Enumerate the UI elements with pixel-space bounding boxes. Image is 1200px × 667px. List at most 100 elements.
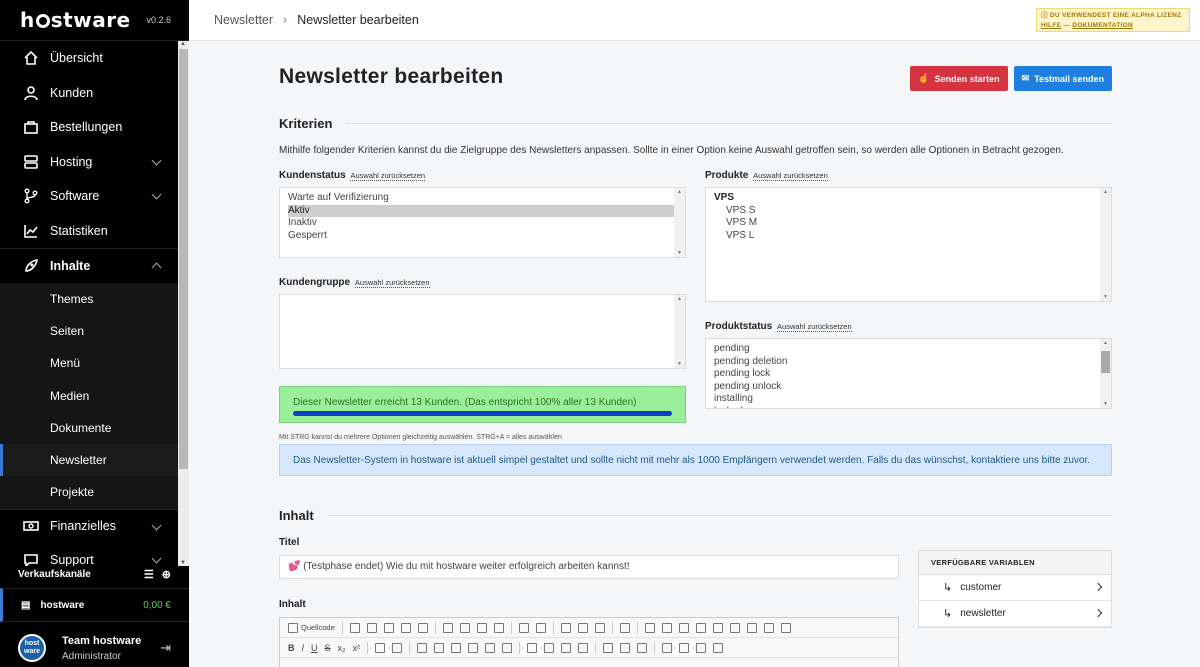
- reset-link[interactable]: Auswahl zurücksetzen: [753, 171, 828, 181]
- preview-icon[interactable]: [400, 622, 411, 633]
- sidebar-subitem-menue[interactable]: Menü: [0, 347, 178, 379]
- scrollbar-thumb[interactable]: [1101, 351, 1110, 373]
- select-option[interactable]: pending deletion: [714, 356, 1103, 369]
- select-option[interactable]: installing: [714, 393, 1103, 406]
- sidebar-item-uebersicht[interactable]: Übersicht: [0, 41, 178, 76]
- sidebar-subitem-projekte[interactable]: Projekte: [0, 476, 178, 508]
- sidebar-item-hosting[interactable]: Hosting: [0, 145, 178, 180]
- source-button[interactable]: Quellcode: [288, 622, 335, 633]
- scrollbar-thumb[interactable]: [179, 49, 188, 469]
- sidebar-scrollbar[interactable]: ▲ ▼: [178, 41, 189, 566]
- unlink-icon[interactable]: [620, 642, 631, 653]
- channel-item[interactable]: ▤ hostware 0,00 €: [0, 588, 189, 622]
- align-justify-icon[interactable]: [578, 642, 589, 653]
- sidebar-item-statistiken[interactable]: Statistiken: [0, 214, 178, 249]
- select-option[interactable]: Inaktiv: [288, 217, 677, 230]
- link-icon[interactable]: [603, 642, 614, 653]
- indent-icon[interactable]: [468, 642, 479, 653]
- scroll-up-icon[interactable]: ▲: [180, 41, 186, 47]
- sidebar-item-finanzielles[interactable]: Finanzielles: [0, 508, 178, 544]
- variable-item-newsletter[interactable]: ↳ newsletter: [919, 601, 1111, 627]
- logo[interactable]: h stware: [20, 8, 131, 32]
- paste-icon[interactable]: [476, 622, 487, 633]
- select-option[interactable]: Warte auf Verifizierung: [288, 192, 677, 205]
- sidebar-item-support[interactable]: Support: [0, 543, 178, 566]
- sidebar-item-bestellungen[interactable]: Bestellungen: [0, 110, 178, 145]
- paste-text-icon[interactable]: [493, 622, 504, 633]
- select-scrollbar[interactable]: ▲ ▼: [674, 295, 685, 368]
- variable-item-customer[interactable]: ↳ customer: [919, 575, 1111, 601]
- reset-link[interactable]: Auswahl zurücksetzen: [354, 278, 430, 288]
- select-option-selected[interactable]: Aktiv: [288, 204, 677, 217]
- textfield-icon[interactable]: [695, 622, 706, 633]
- blockquote-icon[interactable]: [485, 642, 496, 653]
- superscript-icon[interactable]: x²: [353, 643, 361, 653]
- select-scrollbar[interactable]: ▲ ▼: [1100, 339, 1111, 408]
- checkbox-icon[interactable]: [661, 622, 672, 633]
- save-icon[interactable]: [349, 622, 360, 633]
- hr-icon[interactable]: [696, 642, 707, 653]
- select-all-icon[interactable]: [594, 622, 605, 633]
- subscript-icon[interactable]: x₂: [338, 643, 346, 653]
- select-option[interactable]: pending unlock: [714, 381, 1103, 394]
- bullet-list-icon[interactable]: [434, 642, 445, 653]
- help-link[interactable]: HILFE: [1041, 22, 1061, 29]
- strike-icon[interactable]: S: [325, 643, 331, 653]
- sidebar-item-software[interactable]: Software: [0, 179, 178, 214]
- sidebar-item-inhalte[interactable]: Inhalte: [0, 248, 178, 283]
- sidebar-subitem-medien[interactable]: Medien: [0, 379, 178, 411]
- kundenstatus-select[interactable]: Warte auf Verifizierung Aktiv Inaktiv Ge…: [279, 187, 686, 258]
- bold-icon[interactable]: B: [288, 643, 295, 653]
- list-icon[interactable]: ☰: [144, 568, 154, 581]
- hidden-field-icon[interactable]: [780, 622, 791, 633]
- redo-icon[interactable]: [535, 622, 546, 633]
- radio-icon[interactable]: [678, 622, 689, 633]
- select-field-icon[interactable]: [729, 622, 740, 633]
- print-icon[interactable]: [417, 622, 428, 633]
- breadcrumb-newsletter[interactable]: Newsletter: [214, 13, 273, 27]
- numbered-list-icon[interactable]: [417, 642, 428, 653]
- kundengruppe-select[interactable]: ▲ ▼: [279, 294, 686, 369]
- italic-icon[interactable]: I: [302, 643, 305, 653]
- find-icon[interactable]: [560, 622, 571, 633]
- smiley-icon[interactable]: [713, 642, 724, 653]
- select-option[interactable]: VPS S: [714, 205, 1103, 218]
- undo-icon[interactable]: [518, 622, 529, 633]
- spellcheck-icon[interactable]: [619, 622, 630, 633]
- table-icon[interactable]: [679, 642, 690, 653]
- image-button-icon[interactable]: [763, 622, 774, 633]
- select-option[interactable]: VPS L: [714, 230, 1103, 243]
- image-icon[interactable]: [662, 642, 673, 653]
- underline-icon[interactable]: U: [311, 643, 318, 653]
- rich-text-editor[interactable]: Quellcode B I U S x₂ x²: [279, 617, 899, 667]
- copy-icon[interactable]: [459, 622, 470, 633]
- select-option[interactable]: VPS M: [714, 217, 1103, 230]
- testmail-button[interactable]: ✉ Testmail senden: [1013, 66, 1112, 91]
- sidebar-item-kunden[interactable]: Kunden: [0, 76, 178, 111]
- replace-icon[interactable]: [577, 622, 588, 633]
- copy-format-icon[interactable]: [375, 642, 386, 653]
- sidebar-subitem-newsletter[interactable]: Newsletter: [0, 443, 178, 477]
- sidebar-subitem-themes[interactable]: Themes: [0, 283, 178, 315]
- logout-icon[interactable]: ⇥: [160, 640, 171, 656]
- align-center-icon[interactable]: [544, 642, 555, 653]
- sidebar-subitem-dokumente[interactable]: Dokumente: [0, 412, 178, 444]
- reset-link[interactable]: Auswahl zurücksetzen: [350, 171, 426, 181]
- avatar[interactable]: host ware: [18, 634, 46, 662]
- clear-format-icon[interactable]: [392, 642, 403, 653]
- div-icon[interactable]: [502, 642, 513, 653]
- docs-link[interactable]: DOKUMENTATION: [1072, 22, 1133, 29]
- cut-icon[interactable]: [442, 622, 453, 633]
- align-right-icon[interactable]: [561, 642, 572, 653]
- select-scrollbar[interactable]: ▲ ▼: [1100, 188, 1111, 301]
- align-left-icon[interactable]: [527, 642, 538, 653]
- textarea-icon[interactable]: [712, 622, 723, 633]
- select-option[interactable]: pending: [714, 343, 1103, 356]
- reset-link[interactable]: Auswahl zurücksetzen: [777, 322, 852, 332]
- template-icon[interactable]: [383, 622, 394, 633]
- select-option[interactable]: locked: [714, 406, 1103, 409]
- anchor-icon[interactable]: [637, 642, 648, 653]
- button-field-icon[interactable]: [746, 622, 757, 633]
- titel-input[interactable]: 💕 (Testphase endet) Wie du mit hostware …: [279, 555, 899, 579]
- outdent-icon[interactable]: [451, 642, 462, 653]
